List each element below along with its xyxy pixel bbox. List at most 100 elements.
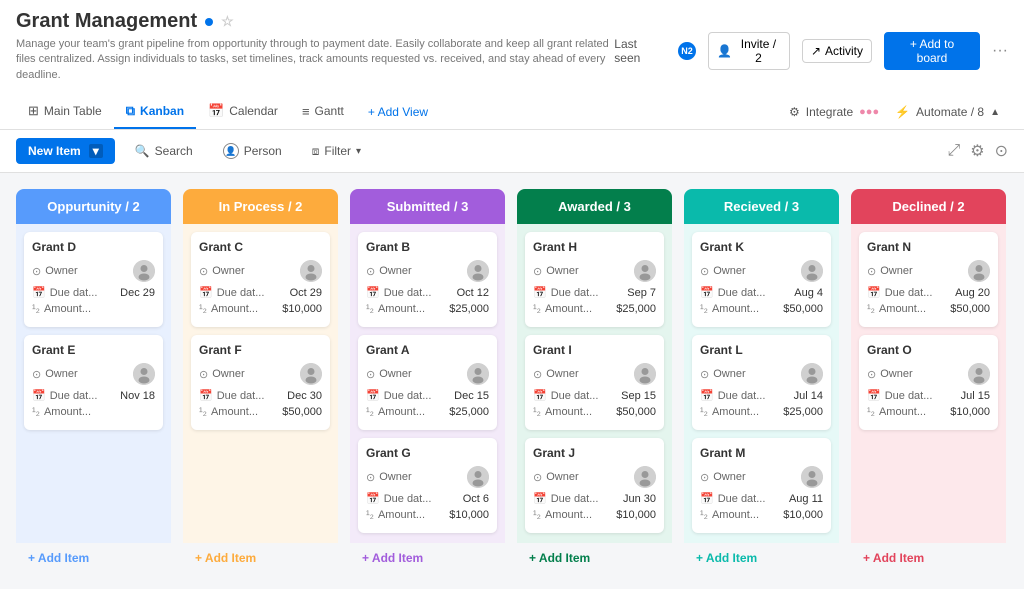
amount-label: Amount... xyxy=(378,509,425,521)
table-row[interactable]: Grant K ⊙ Owner 📅 Due dat... Aug 4 ¹₂ Am… xyxy=(692,232,831,327)
table-row[interactable]: Grant I ⊙ Owner 📅 Due dat... Sep 15 ¹₂ A… xyxy=(525,335,664,430)
card-due-field: 📅 Due dat... Dec 15 xyxy=(366,389,489,402)
filter-button[interactable]: ⧈ Filter ▾ xyxy=(302,139,371,164)
fullscreen-icon[interactable]: ⤢ xyxy=(947,142,960,160)
kanban-col-received: Recieved / 3 Grant K ⊙ Owner 📅 Due dat..… xyxy=(684,189,839,573)
card-amount-field: ¹₂ Amount... $10,000 xyxy=(533,509,656,521)
card-due-field: 📅 Due dat... Sep 15 xyxy=(533,389,656,402)
due-label: Due dat... xyxy=(50,287,98,299)
amount-label-area: ¹₂ Amount... xyxy=(700,406,759,418)
table-row[interactable]: Grant F ⊙ Owner 📅 Due dat... Dec 30 ¹₂ A… xyxy=(191,335,330,430)
table-row[interactable]: Grant D ⊙ Owner 📅 Due dat... Dec 29 ¹₂ A… xyxy=(24,232,163,327)
activity-button[interactable]: ↗ Activity xyxy=(802,39,872,63)
due-value: Dec 29 xyxy=(120,287,155,299)
search-button[interactable]: 🔍 Search xyxy=(125,139,203,163)
star-icon[interactable]: ☆ xyxy=(221,13,234,30)
new-item-button[interactable]: New Item ▾ xyxy=(16,138,115,164)
add-item-submitted[interactable]: + Add Item xyxy=(350,543,505,573)
amount-value: $25,000 xyxy=(616,303,656,315)
add-view-tab[interactable]: + Add View xyxy=(356,97,440,127)
table-row[interactable]: Grant G ⊙ Owner 📅 Due dat... Oct 6 ¹₂ Am… xyxy=(358,438,497,533)
table-row[interactable]: Grant O ⊙ Owner 📅 Due dat... Jul 15 ¹₂ A… xyxy=(859,335,998,430)
filter-label: Filter xyxy=(324,144,351,158)
table-row[interactable]: Grant L ⊙ Owner 📅 Due dat... Jul 14 ¹₂ A… xyxy=(692,335,831,430)
amount-value: $50,000 xyxy=(282,406,322,418)
automate-label: Automate / 8 xyxy=(916,105,984,119)
last-seen-label: Last seen xyxy=(614,37,666,65)
card-amount-field: ¹₂ Amount... $25,000 xyxy=(366,406,489,418)
integrate-area[interactable]: ⚙ Integrate ●●● xyxy=(789,105,879,119)
card-title-awarded-1: Grant I xyxy=(533,343,656,357)
person-filter-button[interactable]: 👤 Person xyxy=(213,138,292,164)
owner-label: Owner xyxy=(212,265,244,277)
calendar-field-icon: 📅 xyxy=(199,389,213,402)
table-row[interactable]: Grant C ⊙ Owner 📅 Due dat... Oct 29 ¹₂ A… xyxy=(191,232,330,327)
amount-value: $10,000 xyxy=(449,509,489,521)
table-row[interactable]: Grant E ⊙ Owner 📅 Due dat... Nov 18 ¹₂ A… xyxy=(24,335,163,430)
owner-icon: ⊙ xyxy=(867,265,876,278)
add-item-received[interactable]: + Add Item xyxy=(684,543,839,573)
card-due-field: 📅 Due dat... Oct 12 xyxy=(366,286,489,299)
owner-label: Owner xyxy=(880,265,912,277)
card-title-received-0: Grant K xyxy=(700,240,823,254)
amount-icon: ¹₂ xyxy=(533,406,541,418)
due-value: Oct 6 xyxy=(463,493,489,505)
due-label-area: 📅 Due dat... xyxy=(533,389,598,402)
amount-label: Amount... xyxy=(879,303,926,315)
owner-label-area: ⊙ Owner xyxy=(199,368,245,381)
table-row[interactable]: Grant J ⊙ Owner 📅 Due dat... Jun 30 ¹₂ A… xyxy=(525,438,664,533)
table-row[interactable]: Grant B ⊙ Owner 📅 Due dat... Oct 12 ¹₂ A… xyxy=(358,232,497,327)
tab-main-table[interactable]: ⊞ Main Table xyxy=(16,95,114,129)
add-item-declined[interactable]: + Add Item xyxy=(851,543,1006,573)
amount-value: $50,000 xyxy=(950,303,990,315)
amount-label-area: ¹₂ Amount... xyxy=(199,303,258,315)
settings-icon[interactable]: ⚙ xyxy=(970,141,984,161)
due-value: Sep 7 xyxy=(627,287,656,299)
tab-gantt[interactable]: ≡ Gantt xyxy=(290,96,356,129)
new-item-dropdown-icon[interactable]: ▾ xyxy=(89,144,103,158)
table-row[interactable]: Grant A ⊙ Owner 📅 Due dat... Dec 15 ¹₂ A… xyxy=(358,335,497,430)
tab-calendar[interactable]: 📅 Calendar xyxy=(196,95,290,129)
add-item-inprocess[interactable]: + Add Item xyxy=(183,543,338,573)
table-row[interactable]: Grant M ⊙ Owner 📅 Due dat... Aug 11 ¹₂ A… xyxy=(692,438,831,533)
amount-label-area: ¹₂ Amount... xyxy=(533,509,592,521)
calendar-field-icon: 📅 xyxy=(533,492,547,505)
calendar-field-icon: 📅 xyxy=(533,389,547,402)
amount-label-area: ¹₂ Amount... xyxy=(366,406,425,418)
owner-icon: ⊙ xyxy=(32,368,41,381)
owner-label: Owner xyxy=(379,368,411,380)
amount-label: Amount... xyxy=(545,509,592,521)
table-row[interactable]: Grant N ⊙ Owner 📅 Due dat... Aug 20 ¹₂ A… xyxy=(859,232,998,327)
card-amount-field: ¹₂ Amount... $25,000 xyxy=(533,303,656,315)
amount-icon: ¹₂ xyxy=(867,406,875,418)
card-owner-field: ⊙ Owner xyxy=(867,260,990,282)
card-amount-field: ¹₂ Amount... $10,000 xyxy=(199,303,322,315)
more-icon[interactable]: ⊙ xyxy=(995,141,1008,161)
owner-label-area: ⊙ Owner xyxy=(366,265,412,278)
add-to-board-button[interactable]: + Add to board xyxy=(884,32,980,70)
due-value: Nov 18 xyxy=(120,390,155,402)
calendar-field-icon: 📅 xyxy=(32,286,46,299)
amount-icon: ¹₂ xyxy=(32,406,40,418)
more-options-icon[interactable]: ··· xyxy=(992,42,1008,60)
automate-area[interactable]: ⚡ Automate / 8 ▲ xyxy=(895,105,1000,119)
card-owner-field: ⊙ Owner xyxy=(700,363,823,385)
amount-label: Amount... xyxy=(545,406,592,418)
invite-button[interactable]: 👤 Invite / 2 xyxy=(708,32,790,70)
due-value: Aug 11 xyxy=(789,493,823,505)
owner-icon: ⊙ xyxy=(700,265,709,278)
tab-kanban[interactable]: ⧉ Kanban xyxy=(114,95,196,129)
owner-label-area: ⊙ Owner xyxy=(700,368,746,381)
due-label-area: 📅 Due dat... xyxy=(199,286,264,299)
card-title-received-2: Grant M xyxy=(700,446,823,460)
table-row[interactable]: Grant H ⊙ Owner 📅 Due dat... Sep 7 ¹₂ Am… xyxy=(525,232,664,327)
add-item-opportunity[interactable]: + Add Item xyxy=(16,543,171,573)
add-item-awarded[interactable]: + Add Item xyxy=(517,543,672,573)
card-title-opportunity-0: Grant D xyxy=(32,240,155,254)
due-label: Due dat... xyxy=(718,390,766,402)
amount-value: $50,000 xyxy=(616,406,656,418)
amount-value: $25,000 xyxy=(783,406,823,418)
due-value: Jul 14 xyxy=(794,390,823,402)
due-label-area: 📅 Due dat... xyxy=(199,389,264,402)
owner-icon: ⊙ xyxy=(533,265,542,278)
